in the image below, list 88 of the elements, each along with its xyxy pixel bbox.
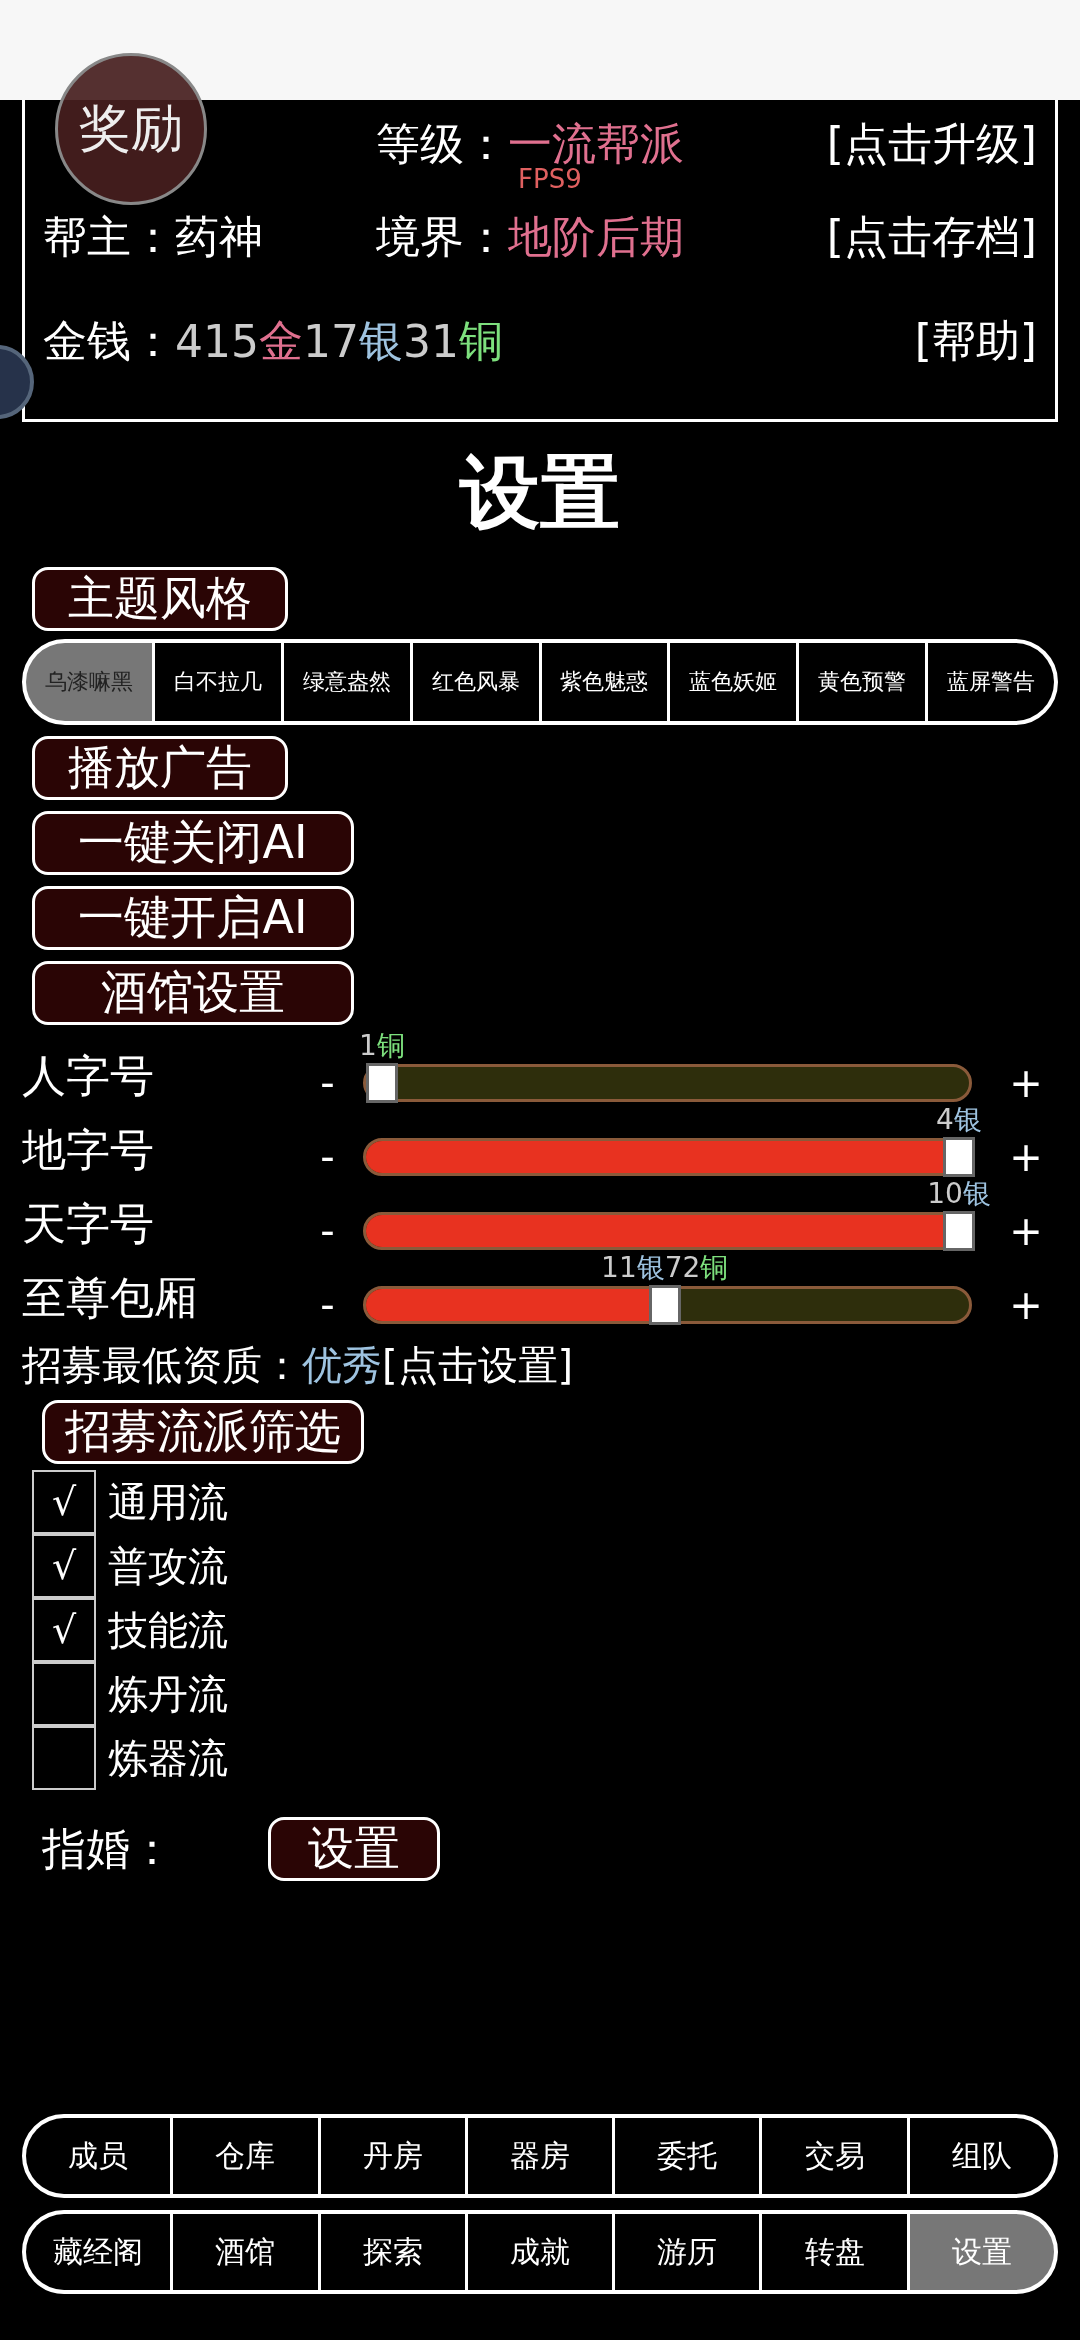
checkbox-label: 技能流 (108, 1605, 228, 1655)
action-link[interactable]: [点击升级] (826, 114, 1037, 174)
info-value: 药神 (175, 209, 263, 264)
money-amount: 31 (403, 315, 459, 367)
theme-tab[interactable]: 紫色魅惑 (541, 643, 668, 721)
filter-button[interactable]: 招募流派筛选 (42, 1400, 364, 1464)
page-title: 设置 (458, 445, 621, 541)
slider-label: 天字号 (22, 1196, 155, 1251)
checkbox[interactable] (32, 1725, 96, 1790)
checkbox-label: 炼丹流 (108, 1669, 228, 1719)
slider-label: 人字号 (22, 1048, 155, 1103)
info-label: 等级： (376, 116, 508, 171)
nav-tab[interactable]: 转盘 (762, 2214, 907, 2290)
slider-thumb[interactable] (366, 1063, 398, 1103)
theme-button[interactable]: 主题风格 (32, 567, 288, 631)
price-amount: 10 (927, 1177, 963, 1210)
action-button[interactable]: 播放广告 (32, 736, 288, 800)
nav-tab[interactable]: 成就 (467, 2214, 613, 2290)
action-button[interactable]: 一键开启AI (32, 886, 354, 950)
theme-tab[interactable]: 黄色预警 (799, 643, 926, 721)
nav-tab[interactable]: 设置 (909, 2214, 1054, 2290)
recruit-link[interactable]: [点击设置] (382, 1337, 574, 1393)
slider-label: 地字号 (22, 1122, 155, 1177)
price-amount: 72 (664, 1251, 701, 1284)
info-label: 金钱： (43, 313, 175, 368)
decrease-button[interactable]: - (320, 1282, 335, 1328)
price-amount: 1 (359, 1029, 377, 1062)
reward-button[interactable]: 奖励 (55, 53, 207, 205)
info-label: 境界： (376, 209, 508, 264)
checkbox[interactable] (32, 1661, 96, 1726)
currency-unit: 银 (953, 1103, 982, 1136)
info-value: 一流帮派 (508, 116, 684, 169)
checkbox-label: 炼器流 (108, 1733, 228, 1783)
decrease-button[interactable]: - (320, 1060, 335, 1106)
nav-tab[interactable]: 藏经阁 (26, 2214, 171, 2290)
increase-button[interactable]: + (1009, 1282, 1043, 1328)
help-link[interactable]: [帮助] (914, 311, 1037, 371)
nav-tab[interactable]: 委托 (615, 2118, 760, 2194)
slider-thumb[interactable] (943, 1211, 975, 1251)
fps-counter: FPS9 (518, 166, 582, 192)
currency-unit: 铜 (376, 1029, 405, 1062)
nav-tab[interactable]: 组队 (909, 2118, 1054, 2194)
currency-unit: 银 (636, 1251, 665, 1284)
checkbox[interactable]: √ (32, 1597, 96, 1662)
theme-tab[interactable]: 绿意盎然 (283, 643, 410, 721)
action-button[interactable]: 酒馆设置 (32, 961, 354, 1025)
currency-unit: 铜 (700, 1251, 729, 1284)
currency-unit: 银 (359, 313, 403, 368)
nav-tab[interactable]: 丹房 (320, 2118, 465, 2194)
nav-tab[interactable]: 器房 (467, 2118, 613, 2194)
nav-tab[interactable]: 成员 (26, 2118, 171, 2194)
theme-tab[interactable]: 蓝色妖姬 (670, 643, 797, 721)
checkbox[interactable]: √ (32, 1533, 96, 1598)
info-label: 帮主： (43, 209, 175, 264)
recruit-value: 优秀 (302, 1340, 382, 1390)
action-link[interactable]: [点击存档] (826, 207, 1037, 267)
theme-tab[interactable]: 白不拉几 (154, 643, 281, 721)
currency-unit: 金 (259, 313, 303, 368)
currency-unit: 铜 (459, 313, 503, 368)
slider-label: 至尊包厢 (22, 1270, 199, 1325)
action-button[interactable]: 一键关闭AI (32, 811, 354, 875)
theme-tab[interactable]: 红色风暴 (412, 643, 539, 721)
nav-tab[interactable]: 探索 (320, 2214, 465, 2290)
money-amount: 415 (175, 315, 259, 367)
theme-tab[interactable]: 乌漆嘛黑 (26, 643, 152, 721)
nav-tab[interactable]: 仓库 (173, 2118, 318, 2194)
decrease-button[interactable]: - (320, 1208, 335, 1254)
marriage-label: 指婚： (42, 1822, 175, 1876)
recruit-label: 招募最低资质： (22, 1340, 302, 1390)
currency-unit: 银 (962, 1177, 991, 1210)
checkbox-label: 普攻流 (108, 1541, 228, 1591)
slider-thumb[interactable] (943, 1137, 975, 1177)
price-amount: 11 (601, 1251, 637, 1284)
price-amount: 4 (936, 1103, 954, 1136)
marriage-button[interactable]: 设置 (268, 1817, 440, 1881)
theme-tab[interactable]: 蓝屏警告 (928, 643, 1054, 721)
increase-button[interactable]: + (1009, 1060, 1043, 1106)
decrease-button[interactable]: - (320, 1134, 335, 1180)
increase-button[interactable]: + (1009, 1208, 1043, 1254)
nav-tab[interactable]: 游历 (615, 2214, 760, 2290)
info-value: 地阶后期 (508, 209, 684, 264)
nav-tab[interactable]: 酒馆 (173, 2214, 318, 2290)
money-amount: 17 (303, 315, 359, 367)
checkbox-label: 通用流 (108, 1477, 228, 1527)
increase-button[interactable]: + (1009, 1134, 1043, 1180)
checkbox[interactable]: √ (32, 1469, 96, 1534)
slider-thumb[interactable] (648, 1285, 681, 1325)
nav-tab[interactable]: 交易 (762, 2118, 907, 2194)
